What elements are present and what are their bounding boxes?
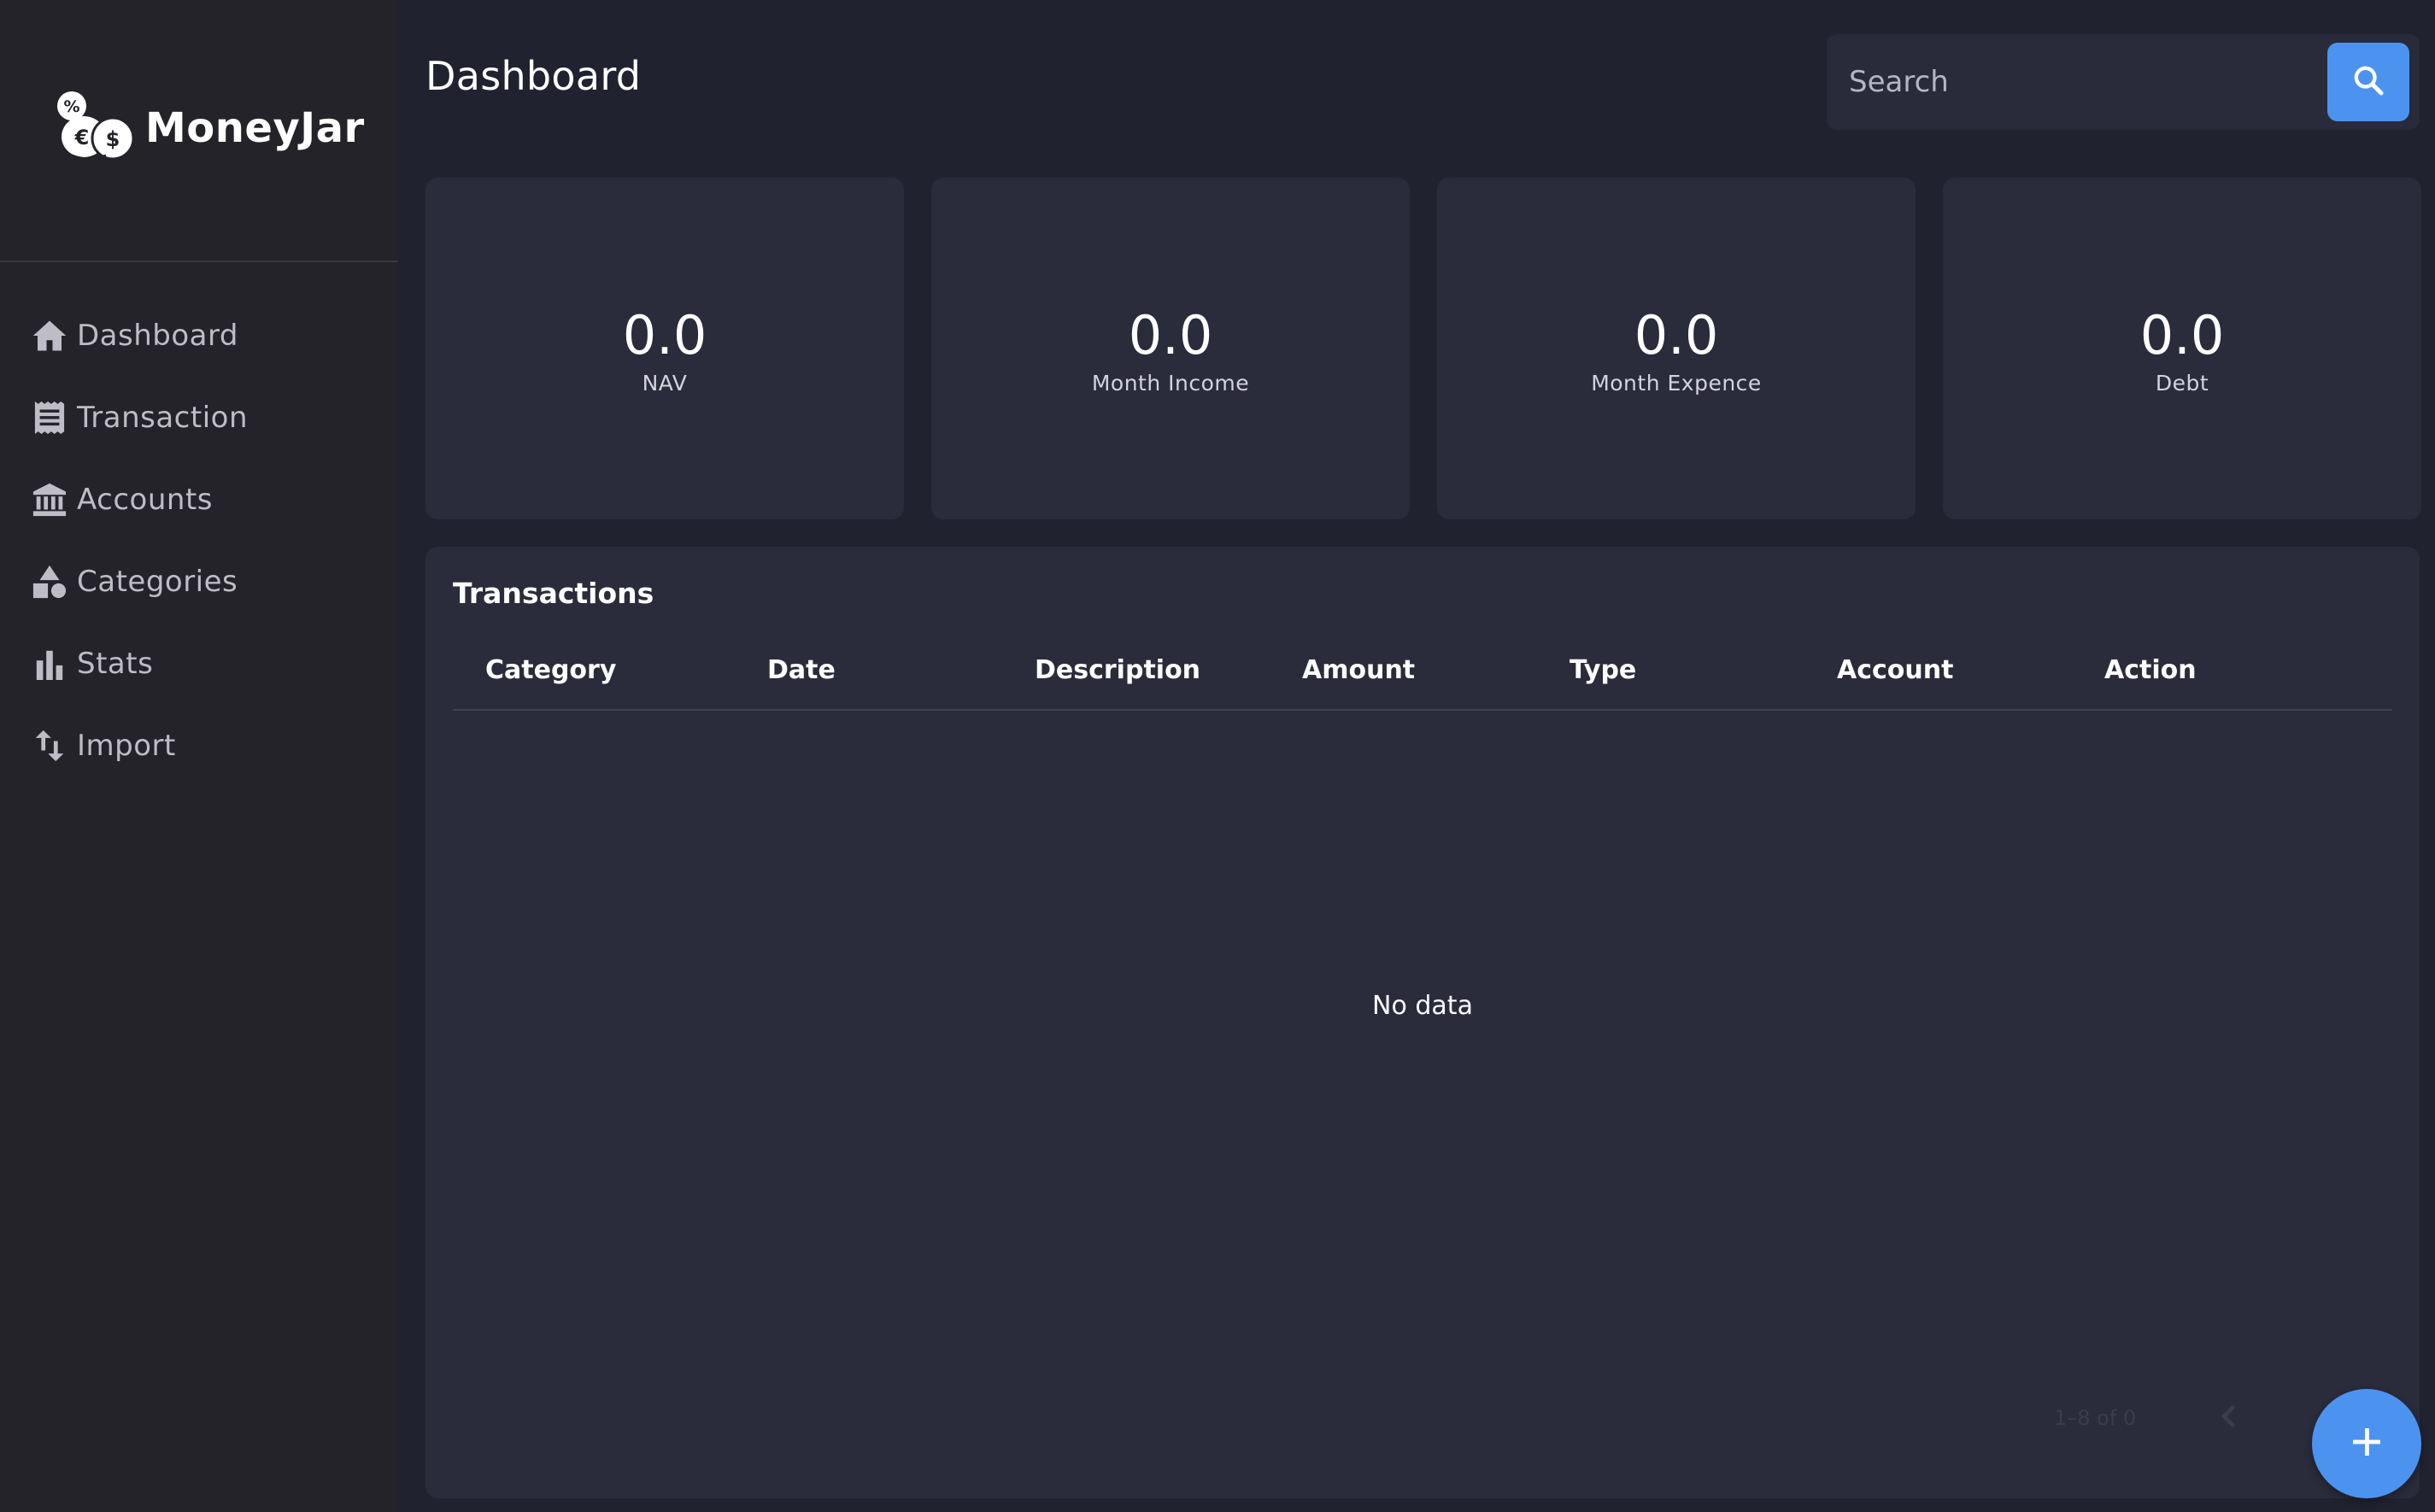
search-bar (1827, 34, 2420, 130)
sidebar-item-label: Accounts (77, 483, 213, 517)
stat-label: Month Income (1091, 371, 1250, 396)
column-header-amount[interactable]: Amount (1302, 632, 1415, 709)
stat-value: 0.0 (2139, 304, 2225, 366)
transactions-title: Transactions (453, 577, 654, 610)
stat-value: 0.0 (1634, 304, 1719, 366)
chevron-left-icon (2219, 1404, 2238, 1433)
shapes-icon (31, 563, 68, 601)
add-transaction-button[interactable] (2312, 1389, 2421, 1498)
stat-card-nav: 0.0 NAV (425, 178, 904, 519)
stat-card-month-expence: 0.0 Month Expence (1437, 178, 1916, 519)
transactions-panel: Transactions Category Date Description A… (425, 547, 2420, 1498)
search-button[interactable] (2327, 43, 2409, 121)
import-arrows-icon (31, 727, 68, 765)
sidebar-item-label: Import (77, 729, 176, 763)
column-header-category[interactable]: Category (485, 632, 616, 709)
stat-value: 0.0 (622, 304, 707, 366)
stat-label: Debt (2155, 371, 2209, 396)
sidebar-item-dashboard[interactable]: Dashboard (31, 295, 390, 377)
search-icon (2351, 63, 2385, 101)
bar-chart-icon (31, 645, 68, 683)
receipt-icon (31, 399, 68, 437)
sidebar-item-accounts[interactable]: Accounts (31, 459, 390, 541)
svg-text:%: % (63, 97, 79, 116)
sidebar-item-stats[interactable]: Stats (31, 623, 390, 705)
column-header-description[interactable]: Description (1035, 632, 1200, 709)
column-header-account[interactable]: Account (1837, 632, 1953, 709)
search-input[interactable] (1847, 34, 2326, 130)
bank-icon (31, 481, 68, 519)
sidebar: % € $ MoneyJar Dashboard Transaction Acc… (0, 0, 398, 1512)
stat-label: Month Expence (1591, 371, 1762, 396)
sidebar-item-label: Transaction (77, 401, 249, 435)
sidebar-item-label: Dashboard (77, 319, 238, 353)
stat-card-month-income: 0.0 Month Income (931, 178, 1410, 519)
home-icon (31, 317, 68, 355)
app-name: MoneyJar (145, 104, 365, 152)
sidebar-nav: Dashboard Transaction Accounts Categorie… (31, 295, 390, 787)
svg-text:$: $ (106, 127, 120, 151)
coins-logo-icon: % € $ (51, 85, 137, 171)
page-title: Dashboard (425, 53, 642, 99)
empty-state: No data (1372, 991, 1473, 1021)
column-header-action[interactable]: Action (2104, 632, 2197, 709)
column-header-date[interactable]: Date (767, 632, 836, 709)
sidebar-divider (0, 261, 398, 262)
stat-label: NAV (642, 371, 688, 396)
transactions-table-header: Category Date Description Amount Type Ac… (453, 632, 2392, 711)
plus-icon (2350, 1425, 2384, 1462)
sidebar-item-transaction[interactable]: Transaction (31, 377, 390, 459)
column-header-type[interactable]: Type (1570, 632, 1636, 709)
pagination-range: 1–8 of 0 (2054, 1406, 2137, 1430)
sidebar-item-categories[interactable]: Categories (31, 541, 390, 623)
stat-value: 0.0 (1128, 304, 1213, 366)
svg-text:€: € (74, 126, 90, 149)
sidebar-item-label: Stats (77, 647, 154, 681)
stat-card-debt: 0.0 Debt (1943, 178, 2421, 519)
pagination-prev-button[interactable] (2211, 1401, 2245, 1435)
sidebar-item-import[interactable]: Import (31, 705, 390, 787)
app-logo[interactable]: % € $ MoneyJar (51, 85, 365, 171)
sidebar-item-label: Categories (77, 565, 238, 599)
